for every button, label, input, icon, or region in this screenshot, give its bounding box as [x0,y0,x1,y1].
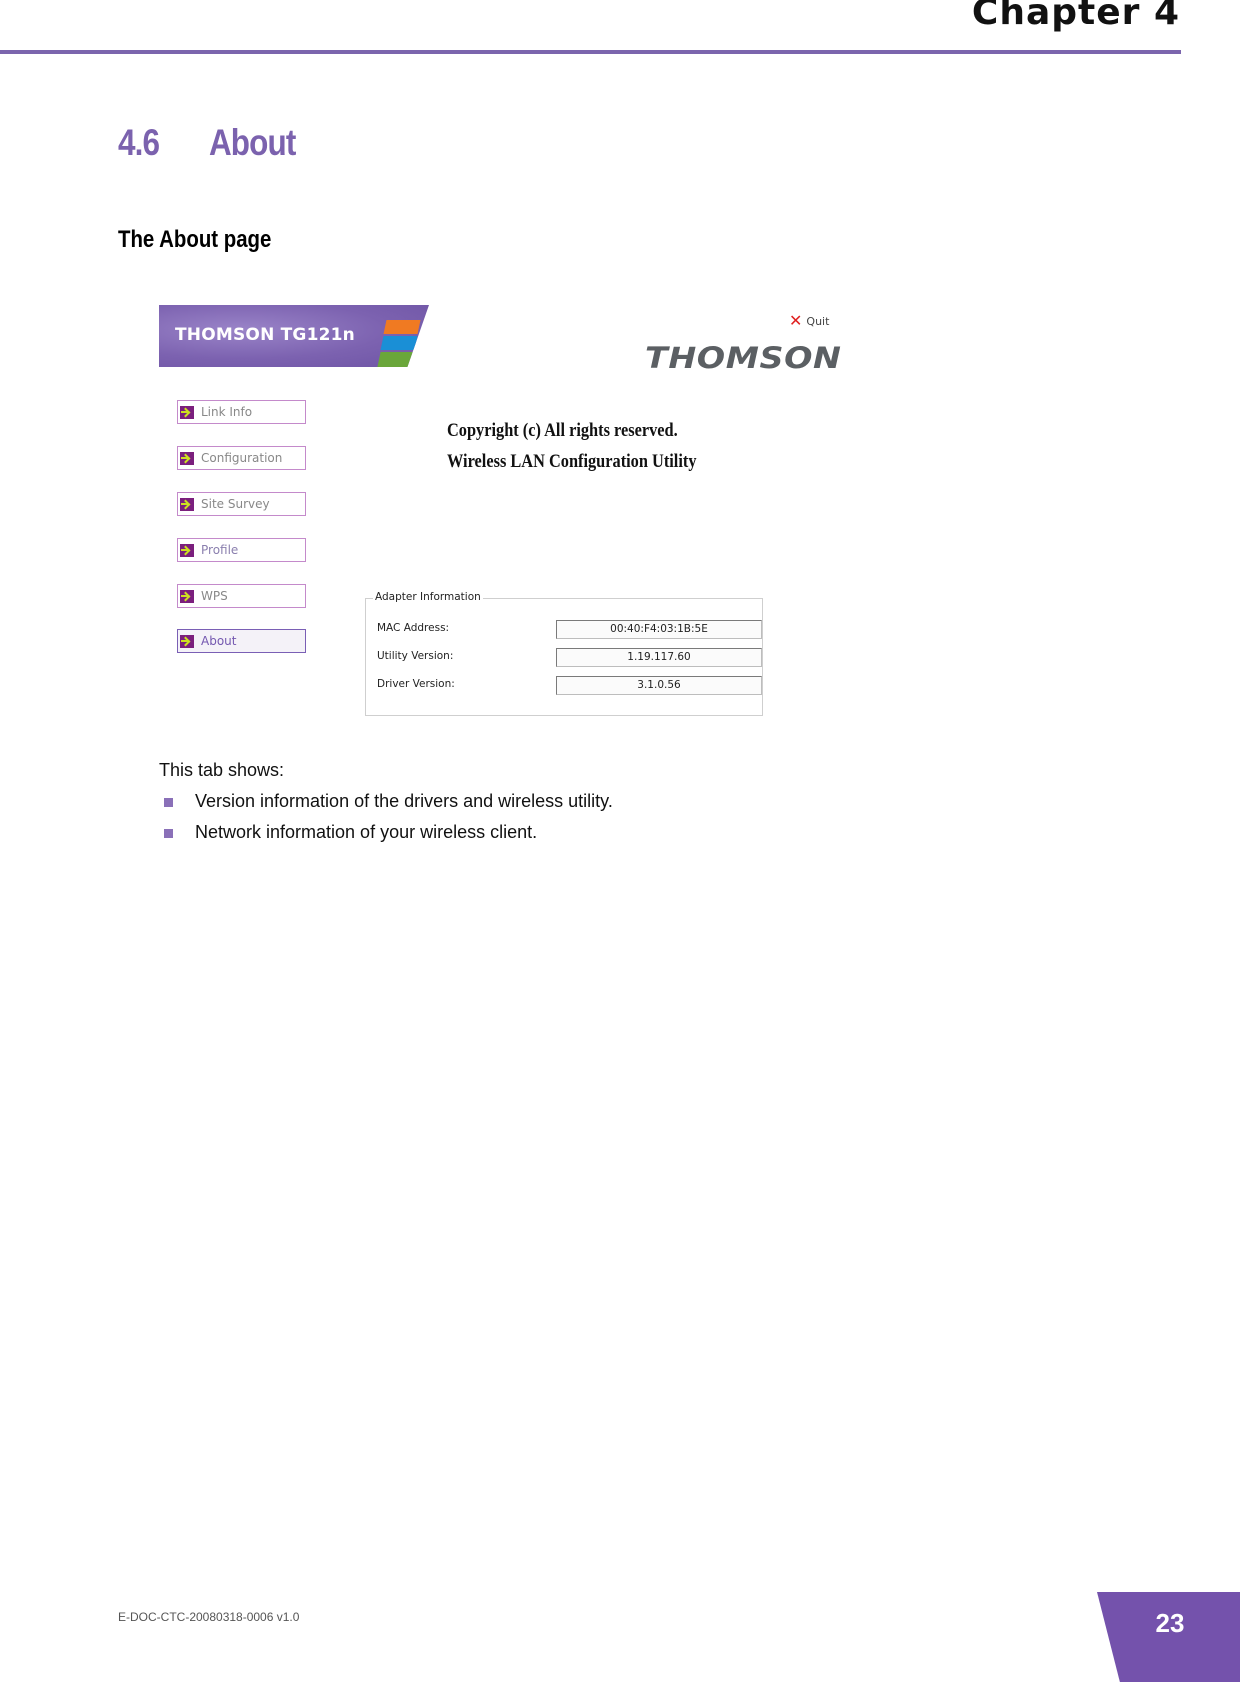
stripe-blue [380,336,418,350]
nav-item-label: WPS [201,589,228,603]
nav-item-site-survey[interactable]: Site Survey [177,492,306,516]
mac-address-label: MAC Address: [377,622,450,634]
utility-version-row: Utility Version: 1.19.117.60 [377,648,762,668]
footer-doc-id: E-DOC-CTC-20080318-0006 v1.0 [118,1610,300,1624]
chapter-rule [0,50,1181,54]
nav-item-profile[interactable]: Profile [177,538,306,562]
arrow-right-icon [180,451,194,465]
driver-version-row: Driver Version: 3.1.0.56 [377,676,762,696]
product-name: THOMSON TG121n [175,325,355,345]
nav-item-label: Site Survey [201,497,270,511]
arrow-right-icon [180,589,194,603]
body-intro: This tab shows: [159,760,285,780]
thomson-logo: THOMSON [645,341,842,375]
arrow-right-icon [180,497,194,511]
driver-version-label: Driver Version: [377,678,455,690]
nav-item-label: About [201,634,237,648]
about-page-screenshot: THOMSON TG121n ✕ Quit THOMSON Link Info … [159,305,849,716]
about-text: Copyright (c) All rights reserved. Wirel… [447,415,696,477]
section-heading: 4.6 About [118,122,296,164]
square-bullet-icon [164,798,173,807]
utility-version-label: Utility Version: [377,650,454,662]
list-item: Version information of the drivers and w… [163,790,613,821]
driver-version-field[interactable]: 3.1.0.56 [556,676,762,695]
quit-button[interactable]: ✕ Quit [789,313,829,329]
close-x-icon: ✕ [789,311,803,330]
page-number: 23 [1155,1608,1185,1638]
nav-item-label: Link Info [201,405,253,419]
nav-item-label: Configuration [201,451,283,465]
adapter-information-legend: Adapter Information [373,591,483,603]
section-title: About [208,122,296,163]
list-item: Network information of your wireless cli… [163,821,613,852]
nav-item-label: Profile [201,543,239,557]
stripe-green [377,352,415,367]
bullet-list: Version information of the drivers and w… [163,790,613,852]
nav-item-about[interactable]: About [177,629,306,653]
stripe-orange [383,320,421,334]
nav-item-wps[interactable]: WPS [177,584,306,608]
copyright-line: Copyright (c) All rights reserved. [447,420,678,441]
utility-name-line: Wireless LAN Configuration Utility [447,451,697,472]
list-item-text: Version information of the drivers and w… [195,791,613,811]
mac-address-field[interactable]: 00:40:F4:03:1B:5E [556,620,762,639]
mac-address-row: MAC Address: 00:40:F4:03:1B:5E [377,620,762,640]
arrow-right-icon [180,634,194,648]
nav-item-link-info[interactable]: Link Info [177,400,306,424]
section-number: 4.6 [118,122,160,163]
utility-version-field[interactable]: 1.19.117.60 [556,648,762,667]
adapter-information-group: Adapter Information MAC Address: 00:40:F… [365,591,763,716]
arrow-right-icon [180,543,194,557]
square-bullet-icon [164,829,173,838]
list-item-text: Network information of your wireless cli… [195,822,538,842]
product-banner: THOMSON TG121n [159,305,429,367]
chapter-title: Chapter 4 [971,0,1180,33]
quit-label: Quit [806,314,830,328]
arrow-right-icon [180,405,194,419]
nav-item-configuration[interactable]: Configuration [177,446,306,470]
subheading: The About page [118,226,272,253]
